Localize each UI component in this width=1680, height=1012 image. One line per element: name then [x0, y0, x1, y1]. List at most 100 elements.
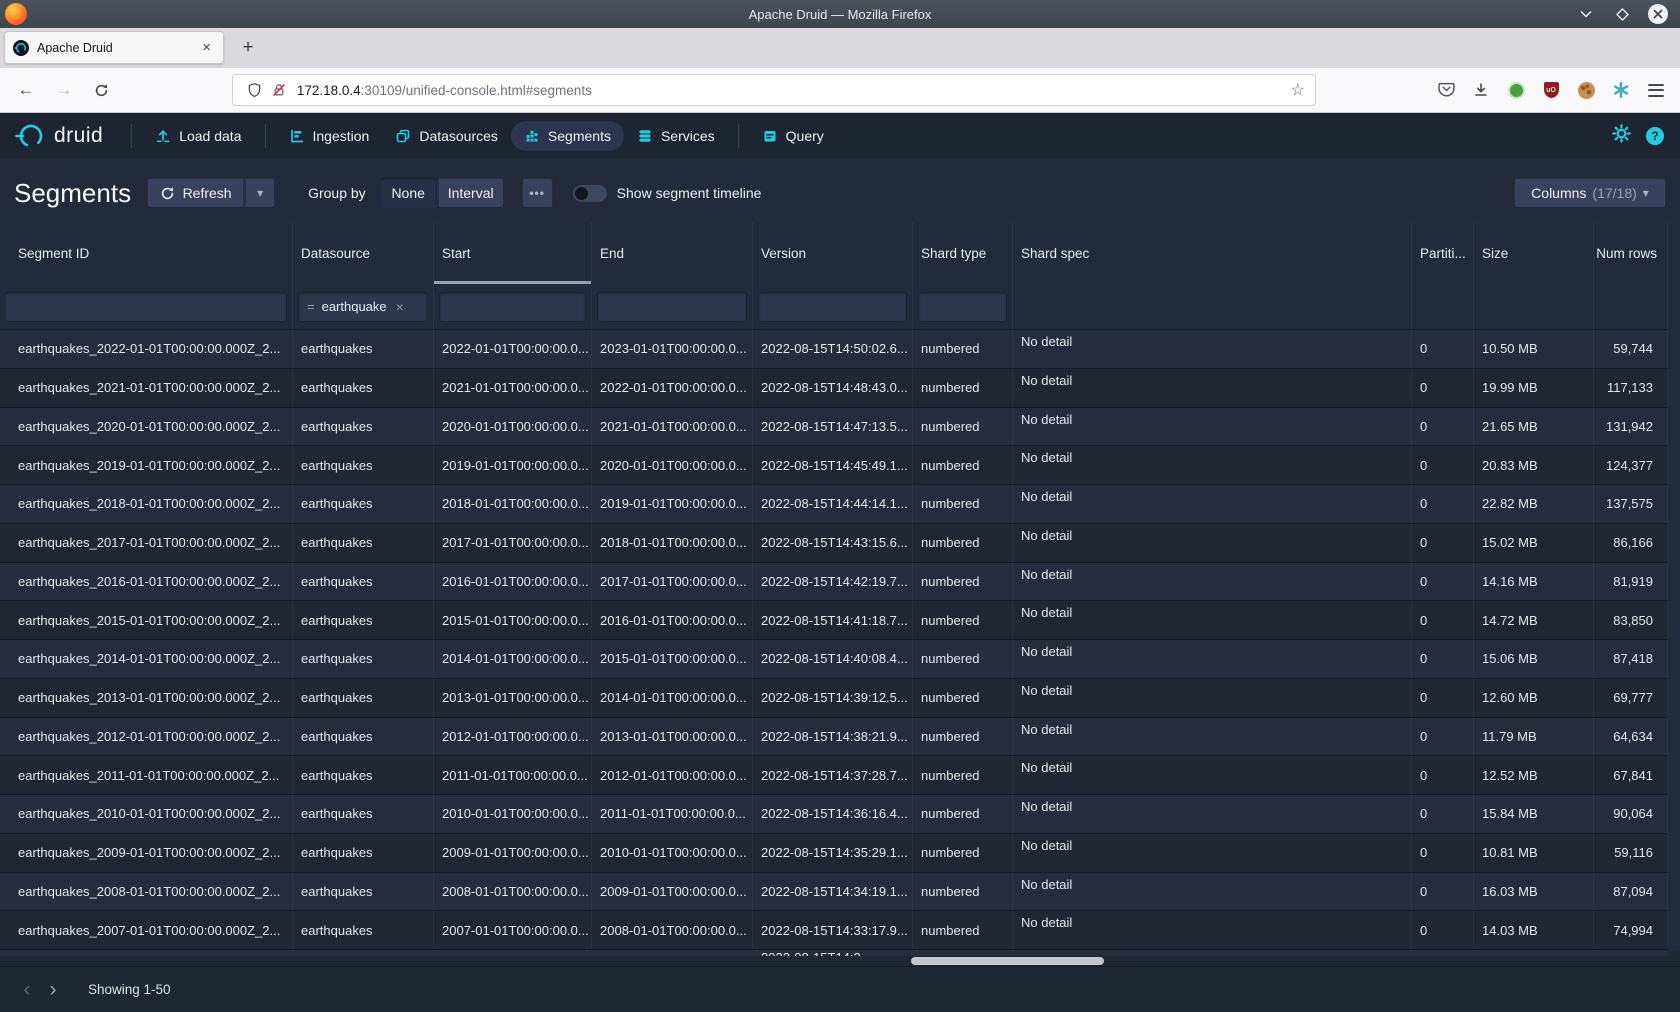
cell-shard-type[interactable]: numbered: [913, 795, 1013, 833]
cell-size[interactable]: 10.50 MB: [1474, 330, 1594, 368]
columns-button[interactable]: Columns (17/18) ▾: [1514, 178, 1666, 208]
cell-num-rows[interactable]: 124,377: [1594, 446, 1668, 484]
cell-start[interactable]: 2017-01-01T00:00:00.0...: [434, 524, 592, 562]
column-header-shard-type[interactable]: Shard type: [913, 222, 1013, 284]
nav-item-query[interactable]: Query: [749, 121, 837, 151]
cell-end[interactable]: 2012-01-01T00:00:00.0...: [592, 756, 753, 794]
cell-segment-id[interactable]: earthquakes_2018-01-01T00:00:00.000Z_2..…: [0, 485, 293, 523]
ublock-origin-icon[interactable]: uO: [1539, 78, 1563, 102]
cell-num-rows[interactable]: 83,850: [1594, 601, 1668, 639]
back-icon[interactable]: ←: [12, 76, 40, 104]
downloads-icon[interactable]: [1469, 78, 1493, 102]
cell-datasource[interactable]: earthquakes: [293, 718, 434, 756]
cell-end[interactable]: 2020-01-01T00:00:00.0...: [592, 446, 753, 484]
cell-partition[interactable]: 0: [1412, 524, 1474, 562]
table-row[interactable]: earthquakes_2021-01-01T00:00:00.000Z_2..…: [0, 369, 1668, 408]
bookmark-star-icon[interactable]: ☆: [1291, 80, 1305, 100]
cell-segment-id[interactable]: earthquakes_2010-01-01T00:00:00.000Z_2..…: [0, 795, 293, 833]
cell-shard-spec[interactable]: No detail: [1013, 563, 1412, 601]
filter-input-end[interactable]: [597, 292, 747, 322]
cell-end[interactable]: 2014-01-01T00:00:00.0...: [592, 679, 753, 717]
cell-end[interactable]: 2016-01-01T00:00:00.0...: [592, 601, 753, 639]
cell-shard-spec[interactable]: No detail: [1013, 718, 1412, 756]
cell-segment-id[interactable]: earthquakes_2015-01-01T00:00:00.000Z_2..…: [0, 601, 293, 639]
cell-shard-spec[interactable]: No detail: [1013, 911, 1412, 949]
cell-start[interactable]: 2009-01-01T00:00:00.0...: [434, 834, 592, 872]
cell-size[interactable]: 15.84 MB: [1474, 795, 1594, 833]
cell-datasource[interactable]: earthquakes: [293, 873, 434, 911]
cell-start[interactable]: 2008-01-01T00:00:00.0...: [434, 873, 592, 911]
cell-partition[interactable]: 0: [1412, 873, 1474, 911]
cell-version[interactable]: 2022-08-15T14:34:19.1...: [753, 873, 913, 911]
cell-end[interactable]: 2008-01-01T00:00:00.0...: [592, 911, 753, 949]
column-header-end[interactable]: End: [592, 222, 753, 284]
column-header-datasource[interactable]: Datasource: [293, 222, 434, 284]
cell-version[interactable]: 2022-08-15T14:37:28.7...: [753, 756, 913, 794]
cell-segment-id[interactable]: earthquakes_2019-01-01T00:00:00.000Z_2..…: [0, 446, 293, 484]
cell-shard-type[interactable]: numbered: [913, 446, 1013, 484]
cell-datasource[interactable]: earthquakes: [293, 679, 434, 717]
table-row[interactable]: earthquakes_2016-01-01T00:00:00.000Z_2..…: [0, 563, 1668, 602]
menu-icon[interactable]: [1644, 78, 1668, 102]
table-row[interactable]: earthquakes_2010-01-01T00:00:00.000Z_2..…: [0, 795, 1668, 834]
table-row[interactable]: earthquakes_2014-01-01T00:00:00.000Z_2..…: [0, 640, 1668, 679]
cell-partition[interactable]: 0: [1412, 485, 1474, 523]
cell-size[interactable]: 20.83 MB: [1474, 446, 1594, 484]
cell-shard-type[interactable]: numbered: [913, 524, 1013, 562]
group-by-none-button[interactable]: None: [380, 178, 437, 208]
cell-shard-spec[interactable]: No detail: [1013, 330, 1412, 368]
column-header-size[interactable]: Size: [1474, 222, 1594, 284]
cell-start[interactable]: 2014-01-01T00:00:00.0...: [434, 640, 592, 678]
close-window-icon[interactable]: [1648, 4, 1668, 24]
cell-start[interactable]: 2013-01-01T00:00:00.0...: [434, 679, 592, 717]
cell-end[interactable]: 2019-01-01T00:00:00.0...: [592, 485, 753, 523]
cell-shard-type[interactable]: numbered: [913, 330, 1013, 368]
druid-brand[interactable]: druid: [14, 122, 103, 150]
cell-datasource[interactable]: earthquakes: [293, 485, 434, 523]
cell-version[interactable]: 2022-08-15T14:36:16.4...: [753, 795, 913, 833]
cell-shard-type[interactable]: numbered: [913, 679, 1013, 717]
cell-size[interactable]: 14.72 MB: [1474, 601, 1594, 639]
cell-end[interactable]: 2011-01-01T00:00:00.0...: [592, 795, 753, 833]
tab-close-icon[interactable]: ×: [198, 38, 215, 57]
table-row[interactable]: earthquakes_2018-01-01T00:00:00.000Z_2..…: [0, 485, 1668, 524]
cell-partition[interactable]: 0: [1412, 834, 1474, 872]
cell-segment-id[interactable]: earthquakes_2016-01-01T00:00:00.000Z_2..…: [0, 563, 293, 601]
cell-partition[interactable]: 0: [1412, 795, 1474, 833]
cell-datasource[interactable]: earthquakes: [293, 408, 434, 446]
cell-size[interactable]: 14.16 MB: [1474, 563, 1594, 601]
cell-segment-id[interactable]: earthquakes_2017-01-01T00:00:00.000Z_2..…: [0, 524, 293, 562]
cell-version[interactable]: 2022-08-15T14:44:14.1...: [753, 485, 913, 523]
url-bar[interactable]: 172.18.0.4:30109/unified-console.html#se…: [232, 74, 1316, 106]
cell-start[interactable]: 2016-01-01T00:00:00.0...: [434, 563, 592, 601]
cell-version[interactable]: 2022-08-15T14:38:21.9...: [753, 718, 913, 756]
cell-version[interactable]: 2022-08-15T14:45:49.1...: [753, 446, 913, 484]
cell-datasource[interactable]: earthquakes: [293, 563, 434, 601]
cell-shard-spec[interactable]: No detail: [1013, 446, 1412, 484]
cell-partition[interactable]: 0: [1412, 911, 1474, 949]
cell-shard-spec[interactable]: No detail: [1013, 408, 1412, 446]
asterisk-extension-icon[interactable]: [1609, 78, 1633, 102]
cell-version[interactable]: 2022-08-15T14:41:18.7...: [753, 601, 913, 639]
cell-num-rows[interactable]: 74,994: [1594, 911, 1668, 949]
column-header-partition[interactable]: Partiti...: [1412, 222, 1474, 284]
cell-segment-id[interactable]: earthquakes_2020-01-01T00:00:00.000Z_2..…: [0, 408, 293, 446]
cell-version[interactable]: 2022-08-15T14:43:15.6...: [753, 524, 913, 562]
cell-size[interactable]: 15.02 MB: [1474, 524, 1594, 562]
table-row[interactable]: earthquakes_2017-01-01T00:00:00.000Z_2..…: [0, 524, 1668, 563]
cookie-extension-icon[interactable]: [1574, 78, 1598, 102]
column-header-num-rows[interactable]: Num rows: [1594, 222, 1668, 284]
extension-icon-green[interactable]: [1504, 78, 1528, 102]
cell-datasource[interactable]: earthquakes: [293, 834, 434, 872]
cell-partition[interactable]: 0: [1412, 369, 1474, 407]
new-tab-button[interactable]: +: [234, 34, 262, 62]
cell-size[interactable]: 14.03 MB: [1474, 911, 1594, 949]
cell-shard-type[interactable]: numbered: [913, 911, 1013, 949]
table-row[interactable]: earthquakes_2020-01-01T00:00:00.000Z_2..…: [0, 408, 1668, 447]
cell-version[interactable]: 2022-08-15T14:35:29.1...: [753, 834, 913, 872]
previous-page-icon[interactable]: ‹: [14, 977, 40, 1003]
maximize-icon[interactable]: [1612, 4, 1632, 24]
table-row[interactable]: earthquakes_2015-01-01T00:00:00.000Z_2..…: [0, 601, 1668, 640]
filter-input-version[interactable]: [758, 292, 907, 322]
forward-icon[interactable]: →: [50, 76, 78, 104]
